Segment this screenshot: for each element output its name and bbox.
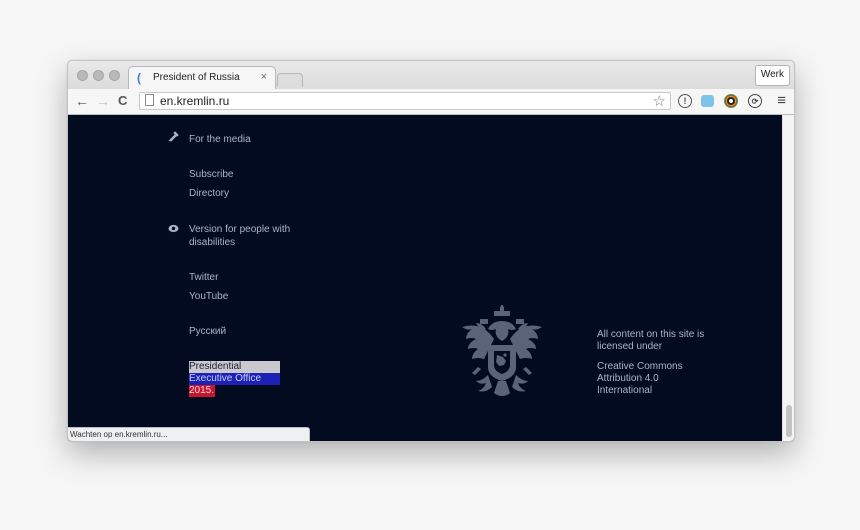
browser-window: ( President of Russia × Werk ← → C en.kr… <box>67 60 795 442</box>
eye-icon <box>168 224 179 233</box>
page-icon <box>145 94 154 106</box>
copyright-flag: Presidential Executive Office 2015. <box>189 361 280 397</box>
pen-icon <box>168 131 179 142</box>
creative-commons-link[interactable]: Creative Commons Attribution 4.0 Interna… <box>597 361 697 397</box>
color-picker-extension-icon[interactable] <box>724 94 738 108</box>
nav-link-twitter[interactable]: Twitter <box>189 271 218 284</box>
minimize-window-button[interactable] <box>93 70 104 81</box>
forward-icon[interactable]: → <box>96 93 110 109</box>
browser-toolbar: ← → C en.kremlin.ru ☆ ! ⟳ ≡ <box>68 89 794 115</box>
coat-of-arms-icon <box>462 305 542 396</box>
status-bar: Wachten op en.kremlin.ru... <box>68 427 310 441</box>
tab-close-icon[interactable]: × <box>261 71 267 83</box>
tab-president-of-russia[interactable]: ( President of Russia × <box>128 66 276 89</box>
close-window-button[interactable] <box>77 70 88 81</box>
page-viewport: For the media Subscribe Directory Versio… <box>68 115 794 441</box>
copyright-line-2: Executive Office <box>189 373 280 385</box>
title-bar: ( President of Russia × Werk <box>68 61 794 89</box>
tab-title: President of Russia <box>153 72 240 83</box>
nav-link-for-the-media[interactable]: For the media <box>189 133 251 146</box>
scrollbar-thumb[interactable] <box>786 405 792 437</box>
extension-info-icon[interactable]: ! <box>678 94 692 108</box>
bookmark-star-icon[interactable]: ☆ <box>653 92 666 110</box>
copyright-line-1: Presidential <box>189 361 280 373</box>
license-text: All content on this site is licensed und… <box>597 329 705 352</box>
zoom-window-button[interactable] <box>109 70 120 81</box>
back-icon[interactable]: ← <box>75 93 89 109</box>
reload-icon[interactable]: C <box>118 93 127 109</box>
camera-extension-icon[interactable] <box>701 95 714 107</box>
nav-link-directory[interactable]: Directory <box>189 187 229 200</box>
copyright-line-3: 2015. <box>189 385 215 397</box>
menu-icon[interactable]: ≡ <box>777 92 786 109</box>
nav-link-accessible-version[interactable]: Version for people with disabilities <box>189 223 299 249</box>
nav-link-subscribe[interactable]: Subscribe <box>189 168 233 181</box>
loading-spinner-icon: ( <box>137 71 141 85</box>
nav-link-youtube[interactable]: YouTube <box>189 290 228 303</box>
address-bar[interactable]: en.kremlin.ru ☆ <box>139 92 671 110</box>
vertical-scrollbar[interactable] <box>782 115 794 441</box>
new-tab-button[interactable] <box>277 73 303 87</box>
profile-button[interactable]: Werk <box>754 65 790 86</box>
nav-link-russian[interactable]: Русский <box>189 325 226 338</box>
timer-extension-icon[interactable]: ⟳ <box>748 94 762 108</box>
url-text[interactable]: en.kremlin.ru <box>160 94 229 108</box>
